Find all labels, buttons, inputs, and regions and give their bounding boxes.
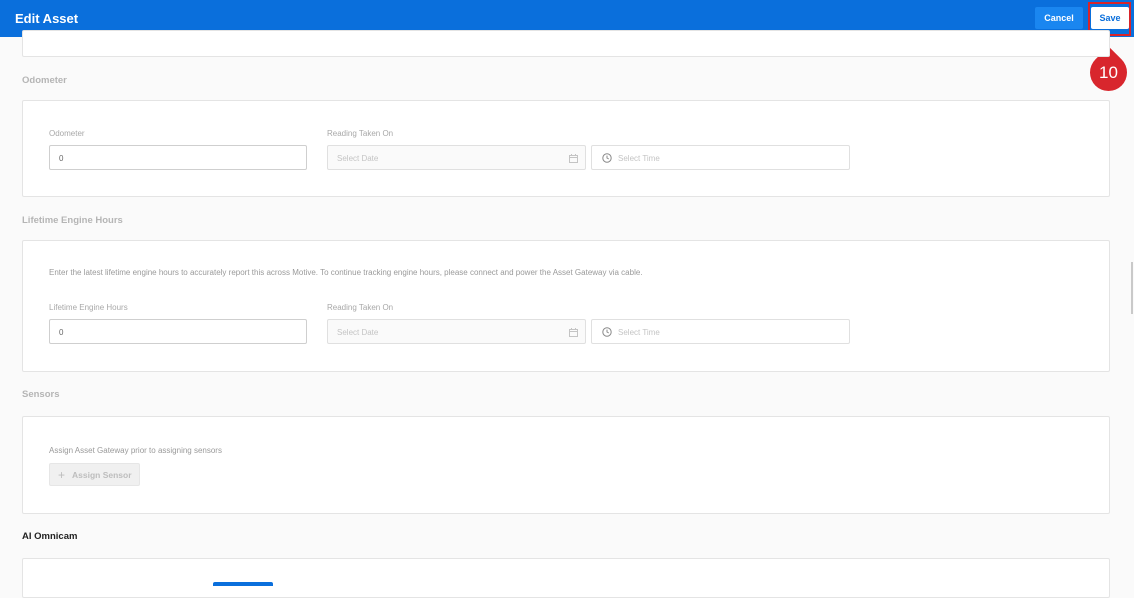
engine-hours-label: Lifetime Engine Hours xyxy=(49,303,128,312)
omnicam-action-button[interactable] xyxy=(213,582,273,586)
omnicam-section-title: AI Omnicam xyxy=(22,531,78,542)
sensors-panel xyxy=(22,416,1110,514)
calendar-icon xyxy=(569,328,578,337)
odometer-time-picker[interactable]: Select Time xyxy=(591,145,850,170)
engine-hours-input[interactable]: 0 xyxy=(49,319,307,344)
engine-hours-reading-label: Reading Taken On xyxy=(327,303,394,312)
engine-hours-value: 0 xyxy=(59,328,64,337)
step-marker-number: 10 xyxy=(1099,63,1118,82)
clock-icon xyxy=(602,153,612,163)
scrollbar-thumb[interactable] xyxy=(1131,262,1133,314)
clock-icon xyxy=(602,327,612,337)
engine-hours-section-title: Lifetime Engine Hours xyxy=(22,215,123,226)
assign-sensor-label: Assign Sensor xyxy=(72,470,132,480)
sensors-help-text: Assign Asset Gateway prior to assigning … xyxy=(49,446,222,455)
engine-hours-time-placeholder: Select Time xyxy=(618,328,660,337)
odometer-time-placeholder: Select Time xyxy=(618,154,660,163)
odometer-input[interactable]: 0 xyxy=(49,145,307,170)
assign-sensor-button[interactable]: + Assign Sensor xyxy=(49,463,140,486)
odometer-label: Odometer xyxy=(49,129,85,138)
engine-hours-date-placeholder: Select Date xyxy=(337,328,379,337)
engine-hours-help-text: Enter the latest lifetime engine hours t… xyxy=(49,268,643,277)
page-title: Edit Asset xyxy=(15,11,79,26)
calendar-icon xyxy=(569,154,578,163)
engine-hours-time-picker[interactable]: Select Time xyxy=(591,319,850,344)
odometer-section-title: Odometer xyxy=(22,75,67,86)
odometer-reading-label: Reading Taken On xyxy=(327,129,394,138)
cancel-button[interactable]: Cancel xyxy=(1035,7,1083,29)
omnicam-panel xyxy=(22,558,1110,598)
engine-hours-panel xyxy=(22,240,1110,372)
sensors-section-title: Sensors xyxy=(22,389,60,400)
save-button[interactable]: Save xyxy=(1091,7,1129,29)
plus-icon: + xyxy=(58,468,66,482)
odometer-date-picker[interactable]: Select Date xyxy=(327,145,586,170)
odometer-date-placeholder: Select Date xyxy=(337,154,379,163)
previous-section-panel xyxy=(22,30,1110,57)
odometer-value: 0 xyxy=(59,154,64,163)
engine-hours-date-picker[interactable]: Select Date xyxy=(327,319,586,344)
